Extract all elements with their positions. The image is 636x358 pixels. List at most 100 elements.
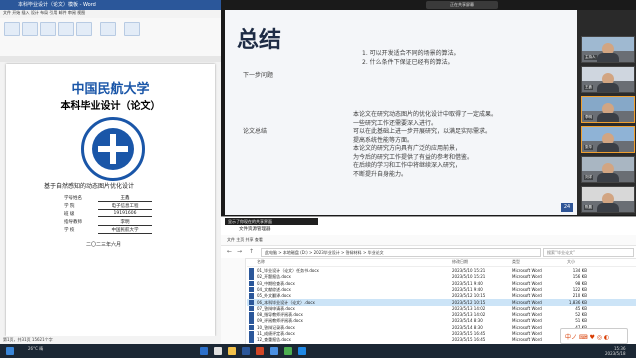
explorer-ribbon-tabs[interactable]: 文件 主页 共享 查看 <box>221 235 636 246</box>
participant-name: 刘洋 <box>584 175 593 180</box>
meeting-window: 正在共享屏幕 总结 下一步问题 1. 可以开发适合不同的场景的算法。 2. 什么… <box>221 0 636 216</box>
browser-app-icon[interactable] <box>298 347 306 355</box>
word-status-bar: 第1页，共31页 15621个字 <box>0 336 221 344</box>
participant-video[interactable]: 主持人 <box>581 36 635 63</box>
slide-bullet: 1. 可以开发适合不同的场景的算法。 <box>362 50 460 57</box>
word-ribbon-tabs[interactable]: 文件 开始 插入 设计 布局 引用 邮件 审阅 视图 <box>0 10 221 18</box>
ime-toolbar[interactable]: 中ノ ⌨ ♥ ◎ ◐ <box>560 328 628 344</box>
explorer-title-bar: 文件资源管理器 <box>221 225 636 235</box>
participant-name: 陈晨 <box>584 205 593 210</box>
university-name: 中国民航大学 <box>71 82 150 97</box>
back-arrow-icon[interactable]: ← <box>227 248 232 255</box>
info-value: 电子信息工程 <box>98 203 152 210</box>
folder-icon[interactable] <box>228 347 236 355</box>
slide-label-summary: 论文总结 <box>243 128 268 135</box>
word-title-text: 本科毕业设计（论文）模板 - Word <box>18 2 96 8</box>
info-value: 李明 <box>98 219 152 226</box>
info-value: 19191606 <box>98 211 152 217</box>
participant-video[interactable]: 张华 <box>581 126 635 153</box>
participant-name: 王鑫 <box>584 85 593 90</box>
ribbon-tab-labels[interactable]: 文件 开始 插入 设计 布局 引用 邮件 审阅 视图 <box>3 10 85 15</box>
ime-status[interactable]: 中ノ ⌨ ♥ ◎ ◐ <box>565 332 609 341</box>
word-app-icon[interactable] <box>242 347 250 355</box>
dictate-button[interactable] <box>100 22 116 36</box>
info-label: 班 级 <box>64 212 75 217</box>
explorer-tab-labels[interactable]: 文件 主页 共享 查看 <box>227 237 263 242</box>
powerpoint-app-icon[interactable] <box>256 347 264 355</box>
meeting-top-bar: 正在共享屏幕 <box>221 0 636 10</box>
word-title-bar: 本科毕业设计（论文）模板 - Word <box>0 0 221 10</box>
column-name[interactable]: 名称 <box>257 258 265 266</box>
doc-date: 二〇二三年六月 <box>86 242 122 248</box>
search-input[interactable]: 搜索“毕业论文” <box>543 248 634 257</box>
slide-label-next-steps: 下一步问题 <box>243 72 274 79</box>
font-button[interactable] <box>22 22 38 36</box>
taskbar: 26°C 晴 15:36 2023/5/18 <box>0 344 636 358</box>
wechat-app-icon[interactable] <box>284 347 292 355</box>
windows-logo-icon[interactable] <box>200 347 208 355</box>
participant-name: 李明 <box>584 115 593 120</box>
participant-name: 主持人 <box>584 55 597 60</box>
file-name: 12_查重报告.docx <box>257 337 291 343</box>
forward-arrow-icon[interactable]: → <box>237 248 242 255</box>
word-window: 本科毕业设计（论文）模板 - Word 文件 开始 插入 设计 布局 引用 邮件… <box>0 0 222 344</box>
slide: 总结 下一步问题 1. 可以开发适合不同的场景的算法。 2. 什么条件下保证已经… <box>225 10 577 215</box>
info-row: 学 院 电子信息工程 <box>64 203 164 210</box>
participant-video[interactable]: 陈晨 <box>581 186 635 213</box>
slide-para-line: 不断提升自身能力。 <box>353 170 408 178</box>
slide-title: 总结 <box>237 28 282 53</box>
column-size[interactable]: 大小 <box>567 258 575 266</box>
word-ribbon <box>0 18 221 57</box>
file-type: Microsoft Word <box>512 337 542 343</box>
slide-para-line: 本论文的研究方向具有广泛的应用前景， <box>353 145 462 152</box>
slide-para-line: 可以在此基础上进一步开展研究，以满足实际需求。 <box>353 128 492 135</box>
meeting-app-icon[interactable] <box>270 347 278 355</box>
word-doc-icon <box>249 337 254 343</box>
slide-para-line: 一些研究工作还需要深入进行。 <box>353 119 438 127</box>
slide-para-line: 本论文在研究动态图片的优化设计中取得了一定成果。 <box>353 111 498 118</box>
info-row: 指导教师 李明 <box>64 219 164 226</box>
editor-button[interactable] <box>124 22 140 36</box>
address-bar[interactable]: 此电脑 > 本地磁盘 (D:) > 2023毕业设计 > 答辩材料 > 毕业论文 <box>261 248 541 257</box>
thesis-heading: 本科毕业设计（论文） <box>60 101 161 112</box>
participant-video[interactable]: 李明 <box>581 96 635 123</box>
info-label: 学 校 <box>64 228 75 233</box>
file-list-header: 名称 修改日期 类型 大小 <box>247 258 636 267</box>
up-arrow-icon[interactable]: ↑ <box>249 248 254 255</box>
slide-para-line: 在后续的学习和工作中将继续深入研究， <box>353 162 462 169</box>
weather-widget[interactable]: 26°C 晴 <box>28 346 43 351</box>
file-explorer-window: 显示了你现在的共享界面 文件资源管理器 文件 主页 共享 查看 ← → ↑ 此电… <box>221 216 636 345</box>
paste-button[interactable] <box>4 22 20 36</box>
column-type[interactable]: 类型 <box>512 258 520 266</box>
slide-bullet: 2. 什么条件下保证已经有的算法。 <box>362 59 454 66</box>
paragraph-button[interactable] <box>40 22 56 36</box>
ruler <box>0 56 221 62</box>
document-page[interactable]: 中国民航大学 本科毕业设计（论文） 基于自然感知的动态图片优化设计 学号姓名 王… <box>6 64 215 336</box>
participant-name: 张华 <box>584 145 593 150</box>
participant-video[interactable]: 刘洋 <box>581 156 635 183</box>
info-row: 学号姓名 王鑫 <box>64 195 164 202</box>
styles-button[interactable] <box>58 22 74 36</box>
doc-title: 基于自然感知的动态图片优化设计 <box>44 183 135 190</box>
file-date: 2023/5/15 16:45 <box>452 337 486 343</box>
info-label: 学号姓名 <box>64 196 82 201</box>
info-value: 中国民航大学 <box>98 227 152 234</box>
info-label: 学 院 <box>64 204 75 209</box>
sharing-indicator[interactable]: 正在共享屏幕 <box>426 1 498 9</box>
clock[interactable]: 15:36 2023/5/18 <box>605 346 626 356</box>
info-value: 王鑫 <box>98 195 152 202</box>
search-icon[interactable] <box>214 347 222 355</box>
status-text: 第1页，共31页 15621个字 <box>3 337 53 342</box>
slide-para-line: 提高系统性能等方面。 <box>353 136 414 144</box>
column-date[interactable]: 修改日期 <box>452 258 468 266</box>
info-row: 班 级 19191606 <box>64 211 164 218</box>
participant-video-strip: 主持人 王鑫 李明 张华 刘洋 陈晨 <box>577 10 636 215</box>
clock-date: 2023/5/18 <box>605 351 626 356</box>
participant-video[interactable]: 王鑫 <box>581 66 635 93</box>
start-icon[interactable] <box>6 347 14 355</box>
navigation-pane[interactable] <box>221 258 246 345</box>
explorer-title: 文件资源管理器 <box>239 227 271 232</box>
info-label: 指导教师 <box>64 220 82 225</box>
info-row: 学 校 中国民航大学 <box>64 227 164 234</box>
editing-button[interactable] <box>76 22 92 36</box>
